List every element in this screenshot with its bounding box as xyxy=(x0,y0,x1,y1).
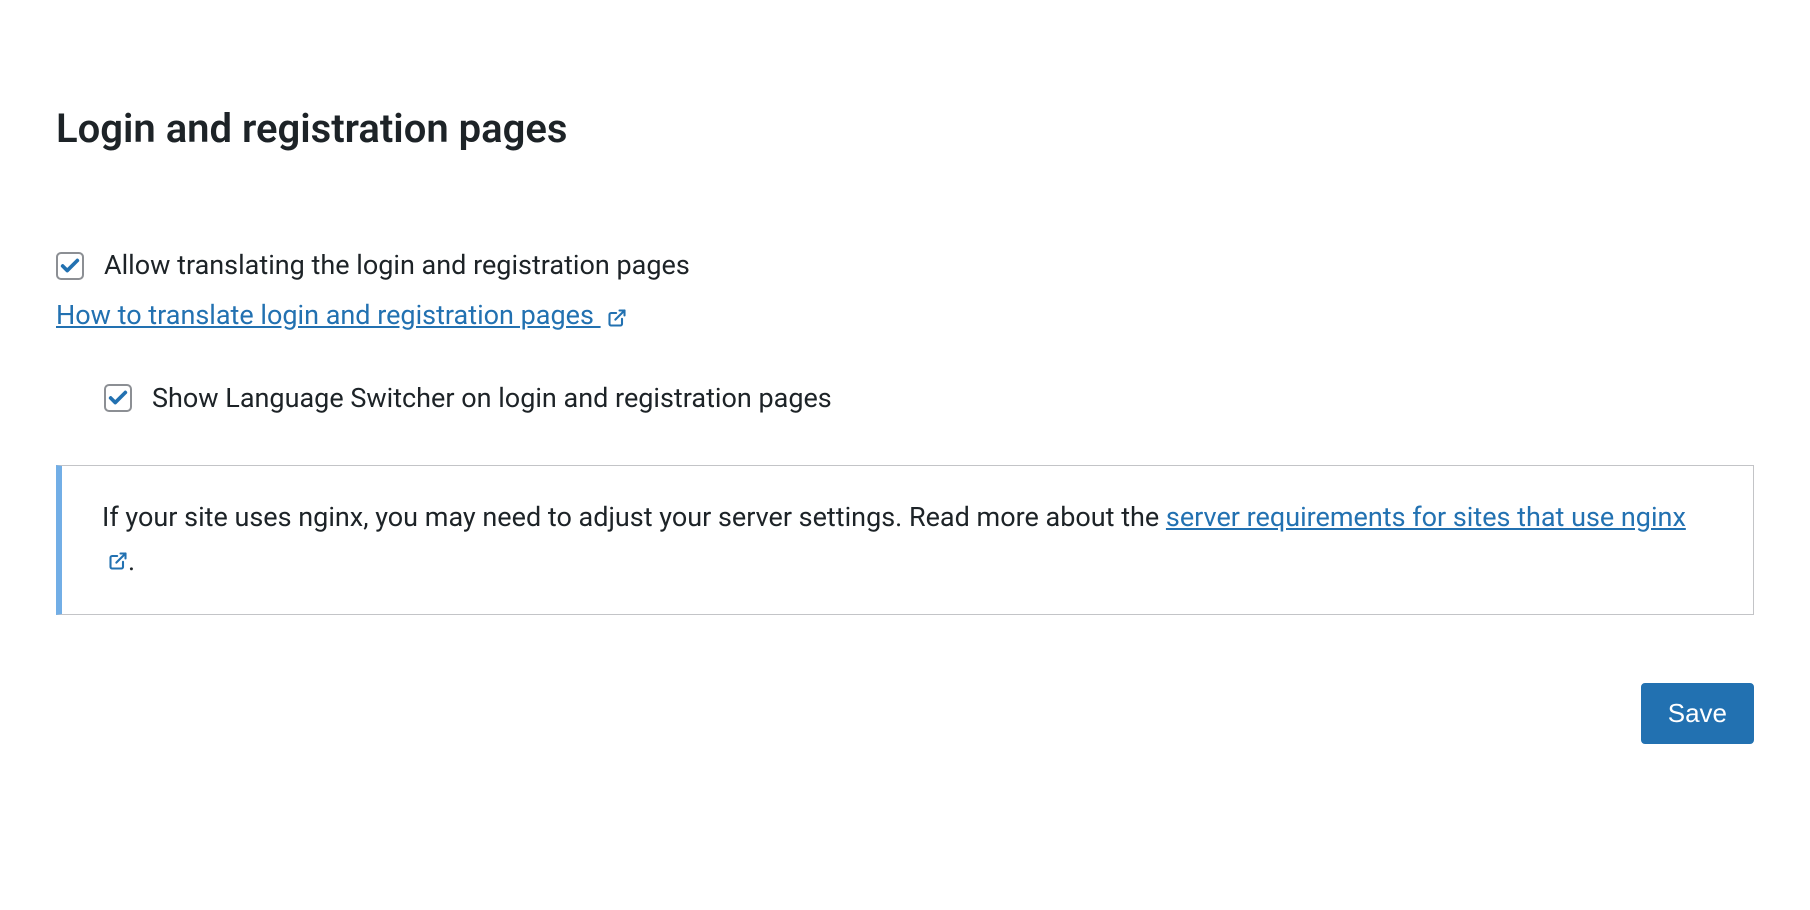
nginx-requirements-link[interactable]: server requirements for sites that use n… xyxy=(1166,501,1686,533)
nginx-link-text: server requirements for sites that use n… xyxy=(1166,501,1686,533)
option-allow-translating-row: Allow translating the login and registra… xyxy=(56,247,1754,285)
notice-suffix: . xyxy=(128,545,135,577)
help-link-text: How to translate login and registration … xyxy=(56,299,601,331)
how-to-translate-link[interactable]: How to translate login and registration … xyxy=(56,299,601,331)
nginx-notice-text: If your site uses nginx, you may need to… xyxy=(102,496,1713,584)
external-link-icon xyxy=(607,308,627,332)
settings-section: Login and registration pages Allow trans… xyxy=(0,0,1810,744)
notice-prefix: If your site uses nginx, you may need to… xyxy=(102,501,1166,533)
checkmark-icon xyxy=(107,387,129,409)
language-switcher-checkbox[interactable] xyxy=(104,384,132,412)
language-switcher-label: Show Language Switcher on login and regi… xyxy=(152,380,832,418)
allow-translating-checkbox[interactable] xyxy=(56,252,84,280)
nginx-notice: If your site uses nginx, you may need to… xyxy=(56,465,1754,615)
checkmark-icon xyxy=(59,255,81,277)
footer-actions: Save xyxy=(56,683,1754,744)
external-link-icon xyxy=(108,541,128,584)
section-heading: Login and registration pages xyxy=(56,105,1754,152)
help-link-row: How to translate login and registration … xyxy=(56,299,1754,332)
save-button[interactable]: Save xyxy=(1641,683,1754,744)
option-language-switcher-row: Show Language Switcher on login and regi… xyxy=(104,380,1754,418)
allow-translating-label: Allow translating the login and registra… xyxy=(104,247,690,285)
